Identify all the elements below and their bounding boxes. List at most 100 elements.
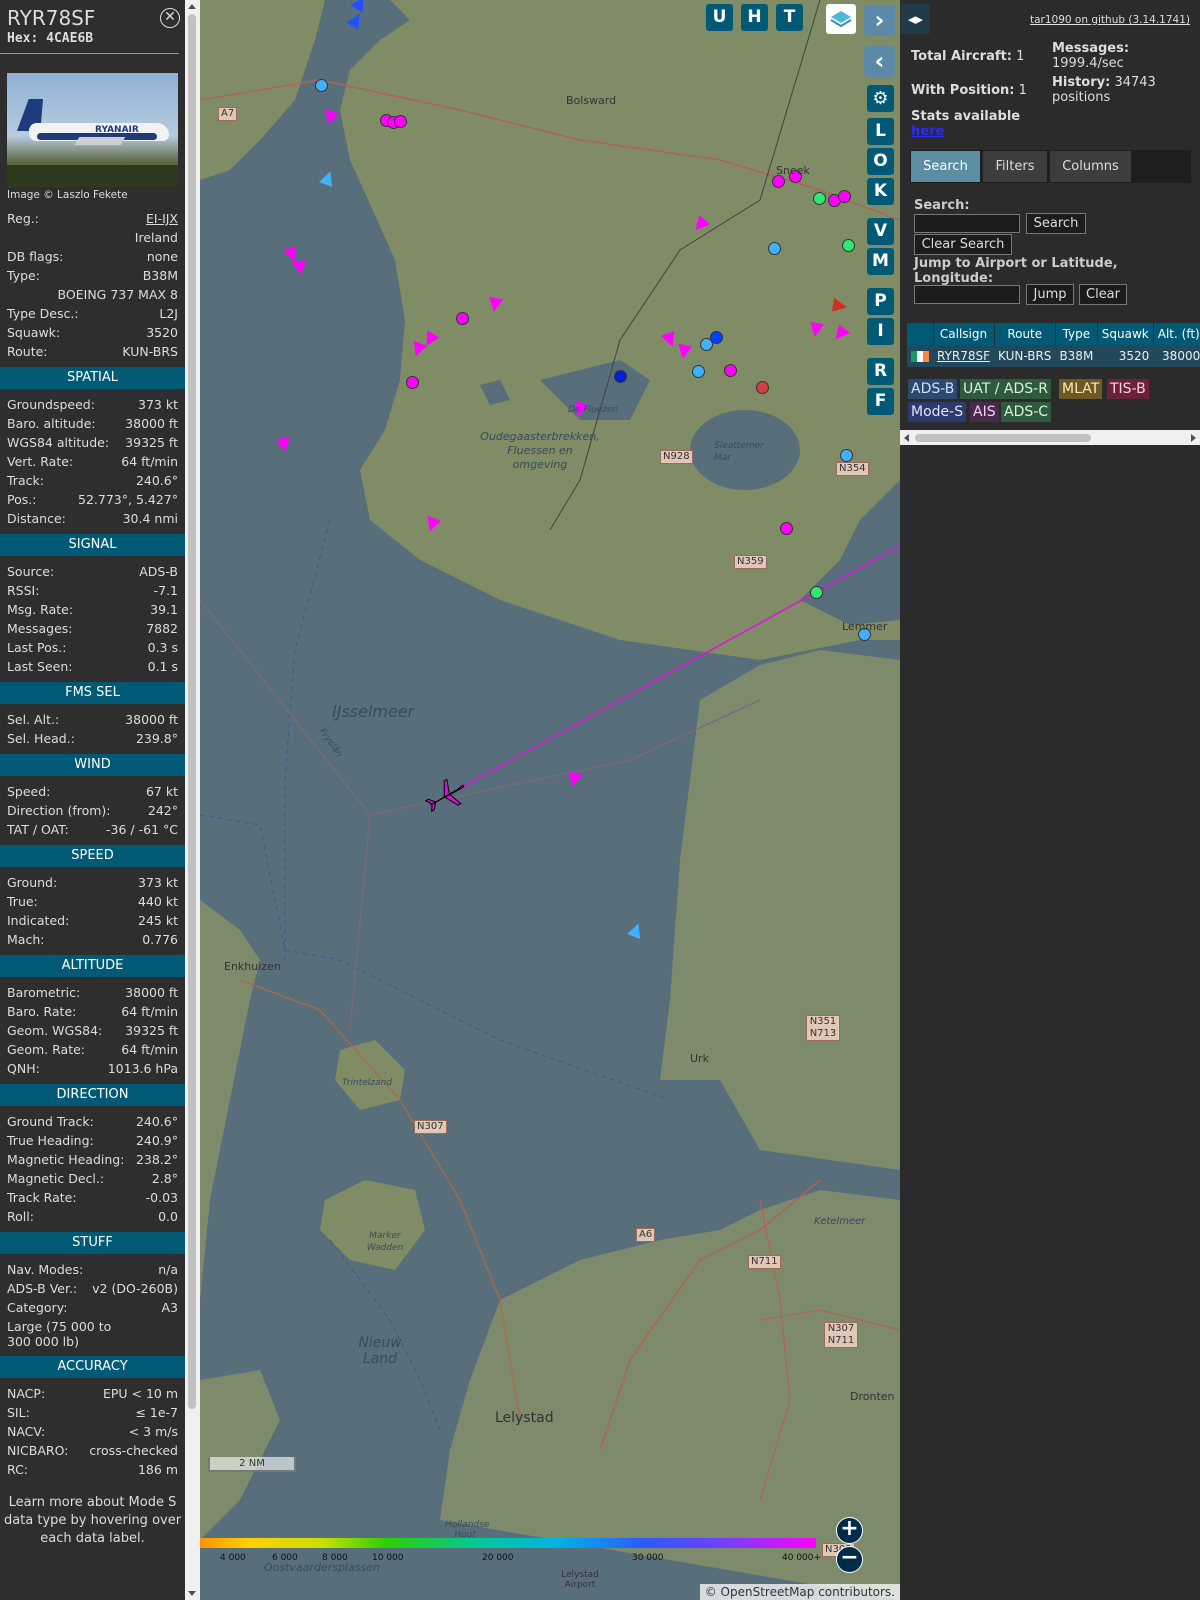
scroll-right-icon[interactable] (1191, 434, 1196, 442)
infoblock-scrollbar[interactable] (185, 0, 200, 1600)
aircraft-marker[interactable] (756, 381, 769, 394)
aircraft-marker[interactable] (780, 522, 793, 535)
map-button-k[interactable]: K (867, 178, 894, 205)
aircraft-marker[interactable] (810, 586, 823, 599)
map[interactable]: Bolsward Sneek IJsselmeer Oudegaasterbre… (200, 0, 900, 1600)
col-altitude[interactable]: Alt. (ft) (1153, 323, 1200, 345)
zoom-out-button[interactable]: − (836, 1546, 863, 1573)
aircraft-marker[interactable] (813, 192, 826, 205)
source-badge-ads-c[interactable]: ADS-C (1001, 402, 1052, 422)
info-row: Category: A3 (0, 1299, 185, 1318)
info-row: Ireland (0, 229, 185, 248)
aircraft-marker[interactable] (456, 312, 469, 325)
aircraft-marker[interactable] (291, 259, 309, 277)
row-callsign[interactable]: RYR78SF (933, 345, 995, 367)
aircraft-marker[interactable] (692, 365, 705, 378)
aircraft-marker[interactable] (838, 190, 851, 203)
aircraft-marker[interactable] (842, 239, 855, 252)
aircraft-marker[interactable] (565, 771, 583, 789)
selected-aircraft-icon[interactable] (424, 776, 468, 816)
info-row-label: True: (7, 894, 38, 909)
aircraft-marker[interactable] (394, 115, 407, 128)
info-row-label: Msg. Rate: (7, 602, 74, 617)
gear-icon: ⚙ (872, 88, 889, 109)
jump-button[interactable]: Jump (1026, 284, 1074, 305)
map-button-i[interactable]: I (867, 318, 894, 345)
toggle-sidebar-button[interactable]: ◂▸ (901, 4, 930, 34)
tab-columns[interactable]: Columns (1050, 151, 1131, 182)
previous-aircraft-button[interactable]: ‹ (864, 46, 895, 77)
source-badge-ais[interactable]: AIS (970, 402, 999, 422)
clear-button[interactable]: Clear (1079, 284, 1127, 305)
info-row-label: Speed: (7, 784, 51, 799)
map-button-o[interactable]: O (867, 148, 894, 175)
infoblock-header: RYR78SF Hex: 4CAE6B ✕ (0, 0, 180, 54)
road-shield-n359: N359 (734, 555, 767, 569)
map-attribution[interactable]: © OpenStreetMap contributors. (699, 1584, 900, 1600)
aircraft-marker[interactable] (486, 296, 504, 314)
aircraft-marker[interactable] (724, 364, 737, 377)
settings-button[interactable]: ⚙ (867, 85, 894, 112)
aircraft-marker[interactable] (768, 242, 781, 255)
map-button-r[interactable]: R (867, 358, 894, 385)
h-scrollbar-thumb[interactable] (915, 434, 1091, 442)
aircraft-marker[interactable] (315, 79, 328, 92)
map-button-p[interactable]: P (867, 288, 894, 315)
col-flag[interactable] (907, 323, 934, 345)
search-input[interactable] (914, 214, 1020, 233)
aircraft-marker[interactable] (675, 343, 693, 361)
jump-input[interactable] (914, 285, 1020, 304)
map-button-u[interactable]: U (706, 4, 733, 31)
source-badge-tis-b[interactable]: TIS-B (1107, 379, 1149, 399)
stats-link[interactable]: here (911, 124, 944, 139)
source-badge-mode-s[interactable]: Mode-S (908, 402, 967, 422)
zoom-in-button[interactable]: + (836, 1517, 863, 1544)
tab-filters[interactable]: Filters (983, 151, 1047, 182)
map-button-h[interactable]: H (741, 4, 768, 31)
info-row: Baro. Rate: 64 ft/min (0, 1003, 185, 1022)
tab-search[interactable]: Search (911, 151, 980, 182)
scrollbar-thumb[interactable] (188, 14, 196, 1409)
map-button-v[interactable]: V (867, 218, 894, 245)
next-aircraft-button[interactable]: › (864, 5, 895, 36)
map-button-f[interactable]: F (867, 388, 894, 415)
info-row-value: 39325 ft (125, 435, 178, 450)
aircraft-marker[interactable] (807, 321, 825, 339)
col-route[interactable]: Route (994, 323, 1056, 345)
aircraft-marker[interactable] (275, 436, 293, 454)
aircraft-photo[interactable]: RYANAIR (7, 73, 178, 187)
col-type[interactable]: Type (1055, 323, 1098, 345)
table-horizontal-scrollbar[interactable] (900, 430, 1200, 445)
source-badge-uat-ads-r[interactable]: UAT / ADS-R (960, 379, 1051, 399)
info-row-value: -0.03 (145, 1190, 178, 1205)
scroll-left-icon[interactable] (904, 434, 909, 442)
clear-search-button[interactable]: Clear Search (914, 234, 1012, 255)
scroll-up-icon[interactable] (188, 4, 196, 9)
info-row-value: 0.1 s (147, 659, 178, 674)
info-row: Squawk: 3520 (0, 324, 185, 343)
scroll-down-icon[interactable] (188, 1591, 196, 1596)
source-badge-mlat[interactable]: MLAT (1059, 379, 1103, 399)
aircraft-marker[interactable] (406, 376, 419, 389)
aircraft-marker[interactable] (840, 449, 853, 462)
aircraft-marker[interactable] (614, 370, 627, 383)
search-button[interactable]: Search (1026, 213, 1086, 234)
label-lelystad-airport: Lelystad Airport (561, 1570, 599, 1590)
source-badge-ads-b[interactable]: ADS-B (908, 379, 958, 399)
layer-switcher-button[interactable] (826, 4, 856, 34)
github-link[interactable]: tar1090 on github (3.14.1741) (1030, 14, 1190, 26)
close-infoblock-button[interactable]: ✕ (160, 8, 180, 28)
map-button-l[interactable]: L (867, 118, 894, 145)
map-button-t[interactable]: T (776, 4, 803, 31)
label-enkhuizen: Enkhuizen (224, 960, 281, 973)
info-row-value: 30.4 nmi (122, 511, 178, 526)
map-button-m[interactable]: M (867, 248, 894, 275)
road-shield-n307: N307 (414, 1120, 447, 1134)
col-squawk[interactable]: Squawk (1097, 323, 1154, 345)
aircraft-marker[interactable] (831, 297, 849, 315)
table-row[interactable]: RYR78SF KUN-BRS B38M 3520 38000 (907, 345, 1200, 367)
col-callsign[interactable]: Callsign (933, 323, 995, 345)
info-row-label: Ground Track: (7, 1114, 94, 1129)
info-row: Ground Track: 240.6° (0, 1113, 185, 1132)
aircraft-marker[interactable] (710, 331, 723, 344)
